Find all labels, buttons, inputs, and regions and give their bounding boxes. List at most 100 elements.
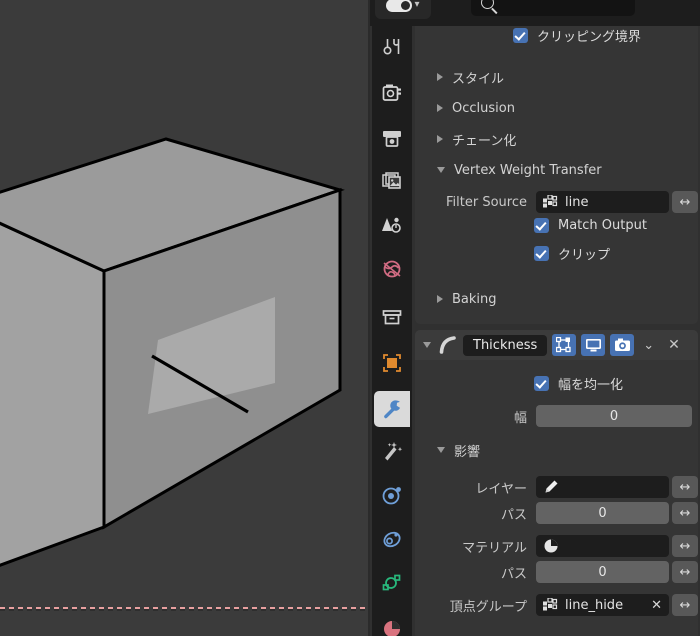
thickness-value-row: 幅 0: [415, 403, 698, 429]
thickness-modifier-name[interactable]: Thickness: [463, 334, 548, 356]
sidebar-item-view-layer[interactable]: [374, 163, 410, 199]
sidebar-item-output[interactable]: [374, 119, 410, 155]
collection-box-icon: [382, 310, 402, 325]
vertex-group-icon: [543, 598, 558, 611]
viewport-display-toggle[interactable]: [581, 334, 606, 356]
uniform-thickness-checkbox[interactable]: [534, 376, 549, 391]
clipping-boundaries-checkbox[interactable]: [513, 28, 528, 43]
match-output-checkbox[interactable]: [534, 218, 549, 233]
properties-panel-scroll[interactable]: Instanced Objects クリッピング境界 スタイル Occlusio…: [412, 26, 700, 636]
search-input[interactable]: [471, 0, 635, 16]
material-sphere-icon: [544, 539, 558, 553]
influence-layer-field[interactable]: [536, 476, 669, 498]
sidebar-item-constraints[interactable]: [374, 521, 410, 557]
match-output-label: Match Output: [558, 218, 647, 233]
render-camera-icon: [382, 84, 401, 101]
section-baking-label: Baking: [452, 291, 497, 307]
search-icon: [481, 0, 494, 9]
influence-material-label: マテリアル: [462, 540, 527, 556]
influence-layer-pass-field[interactable]: 0: [536, 502, 669, 524]
section-style[interactable]: スタイル: [427, 62, 504, 92]
sidebar-item-modifiers[interactable]: [374, 391, 410, 427]
sidebar-item-collection[interactable]: [374, 299, 410, 335]
disclosure-triangle-icon: [437, 104, 443, 112]
influence-layer-pass-drag-arrows[interactable]: ↔: [672, 502, 698, 524]
thickness-modifier-panel: Thickness ⌄ ✕ 幅を均一化 幅 0 影響 レイヤー ↔ パス 0 ↔…: [415, 330, 698, 636]
influence-layer-label: レイヤー: [475, 481, 527, 497]
influence-layer-pass-label: パス: [500, 507, 527, 523]
disclosure-triangle-icon: [437, 447, 445, 453]
world-globe-icon: [383, 260, 401, 278]
modifier-close-button[interactable]: ✕: [668, 337, 680, 353]
influence-layer-pass-row: パス 0 ↔: [415, 500, 698, 526]
filter-source-field[interactable]: line: [536, 191, 669, 213]
physics-orbit-icon: [382, 487, 401, 505]
influence-vertex-group-drag-arrows[interactable]: ↔: [672, 594, 698, 616]
filter-source-drag-arrows[interactable]: ↔: [672, 191, 698, 213]
clip-row[interactable]: クリップ: [534, 244, 610, 263]
uniform-thickness-label: 幅を均一化: [558, 378, 624, 393]
influence-vertex-group-field[interactable]: line_hide ✕: [536, 594, 669, 616]
clipping-boundaries-label: クリッピング境界: [537, 30, 642, 45]
influence-material-pass-drag-arrows[interactable]: ↔: [672, 561, 698, 583]
section-chaining[interactable]: チェーン化: [427, 124, 516, 154]
edit-mode-toggle[interactable]: [552, 334, 577, 356]
render-display-toggle[interactable]: [610, 334, 635, 356]
modifier-extras-dropdown[interactable]: ⌄: [643, 338, 654, 353]
greasepencil-layer-icon: [545, 480, 558, 493]
influence-material-field[interactable]: [536, 535, 669, 557]
section-occlusion[interactable]: Occlusion: [427, 93, 515, 123]
clip-label: クリップ: [558, 248, 611, 263]
sidebar-item-physics[interactable]: [374, 477, 410, 513]
influence-layer-drag-arrows[interactable]: ↔: [672, 476, 698, 498]
section-vertex-weight-transfer[interactable]: Vertex Weight Transfer: [427, 155, 602, 185]
3d-viewport[interactable]: [0, 0, 370, 636]
influence-vertex-group-value: line_hide: [565, 597, 624, 613]
clipping-boundaries-row[interactable]: クリッピング境界: [513, 26, 641, 45]
sidebar-item-particles[interactable]: [374, 433, 410, 469]
section-baking[interactable]: Baking: [427, 284, 497, 314]
section-chaining-label: チェーン化: [452, 133, 517, 149]
viewport-canvas: [0, 0, 370, 636]
constraints-icon: [383, 531, 401, 548]
sidebar-item-world[interactable]: [374, 251, 410, 287]
object-square-icon: [383, 354, 401, 372]
uniform-thickness-row[interactable]: 幅を均一化: [534, 374, 623, 393]
disclosure-triangle-icon: [437, 295, 443, 303]
disclosure-triangle-icon: [437, 135, 443, 143]
tool-icon: [383, 39, 400, 55]
section-vwt-label: Vertex Weight Transfer: [454, 162, 602, 178]
filter-source-label: Filter Source: [446, 194, 527, 210]
wrench-icon: [384, 400, 401, 419]
influence-layer-row: レイヤー ↔: [415, 474, 698, 500]
influence-vertex-group-row: 頂点グループ line_hide ✕ ↔: [415, 592, 698, 618]
camera-icon: [614, 338, 630, 351]
disclosure-triangle-icon[interactable]: [423, 342, 431, 348]
object-data-icon: [382, 574, 401, 591]
editor-type-button[interactable]: ▾: [375, 0, 431, 19]
clear-vertex-group-icon[interactable]: ✕: [651, 598, 662, 613]
scene-cone-icon: [382, 217, 401, 233]
blender-window: ▾ クリッピング境界 スタイル Occlusion チェーン化 Vertex W…: [0, 0, 700, 636]
influence-vertex-group-label: 頂点グループ: [449, 599, 527, 615]
sidebar-item-scene[interactable]: [374, 207, 410, 243]
sidebar-item-object[interactable]: [374, 345, 410, 381]
clip-checkbox[interactable]: [534, 246, 549, 261]
filter-source-row: Filter Source line ↔: [415, 189, 698, 215]
sidebar-item-tool[interactable]: [374, 29, 410, 65]
sidebar-item-object-data[interactable]: [374, 565, 410, 601]
section-influence[interactable]: 影響: [427, 435, 480, 465]
grease-pencil-thickness-icon: [439, 336, 456, 354]
influence-material-drag-arrows[interactable]: ↔: [672, 535, 698, 557]
sidebar-item-material[interactable]: [374, 611, 410, 636]
match-output-row[interactable]: Match Output: [534, 218, 647, 233]
section-occlusion-label: Occlusion: [452, 100, 515, 116]
section-influence-label: 影響: [454, 444, 481, 460]
section-style-label: スタイル: [452, 71, 505, 87]
sidebar-item-render[interactable]: [374, 75, 410, 111]
influence-material-pass-field[interactable]: 0: [536, 561, 669, 583]
lineart-panel: Instanced Objects クリッピング境界 スタイル Occlusio…: [415, 26, 698, 324]
properties-tab-column: [372, 26, 412, 636]
thickness-value-field[interactable]: 0: [536, 405, 692, 427]
thickness-modifier-header[interactable]: Thickness ⌄ ✕: [415, 330, 698, 360]
